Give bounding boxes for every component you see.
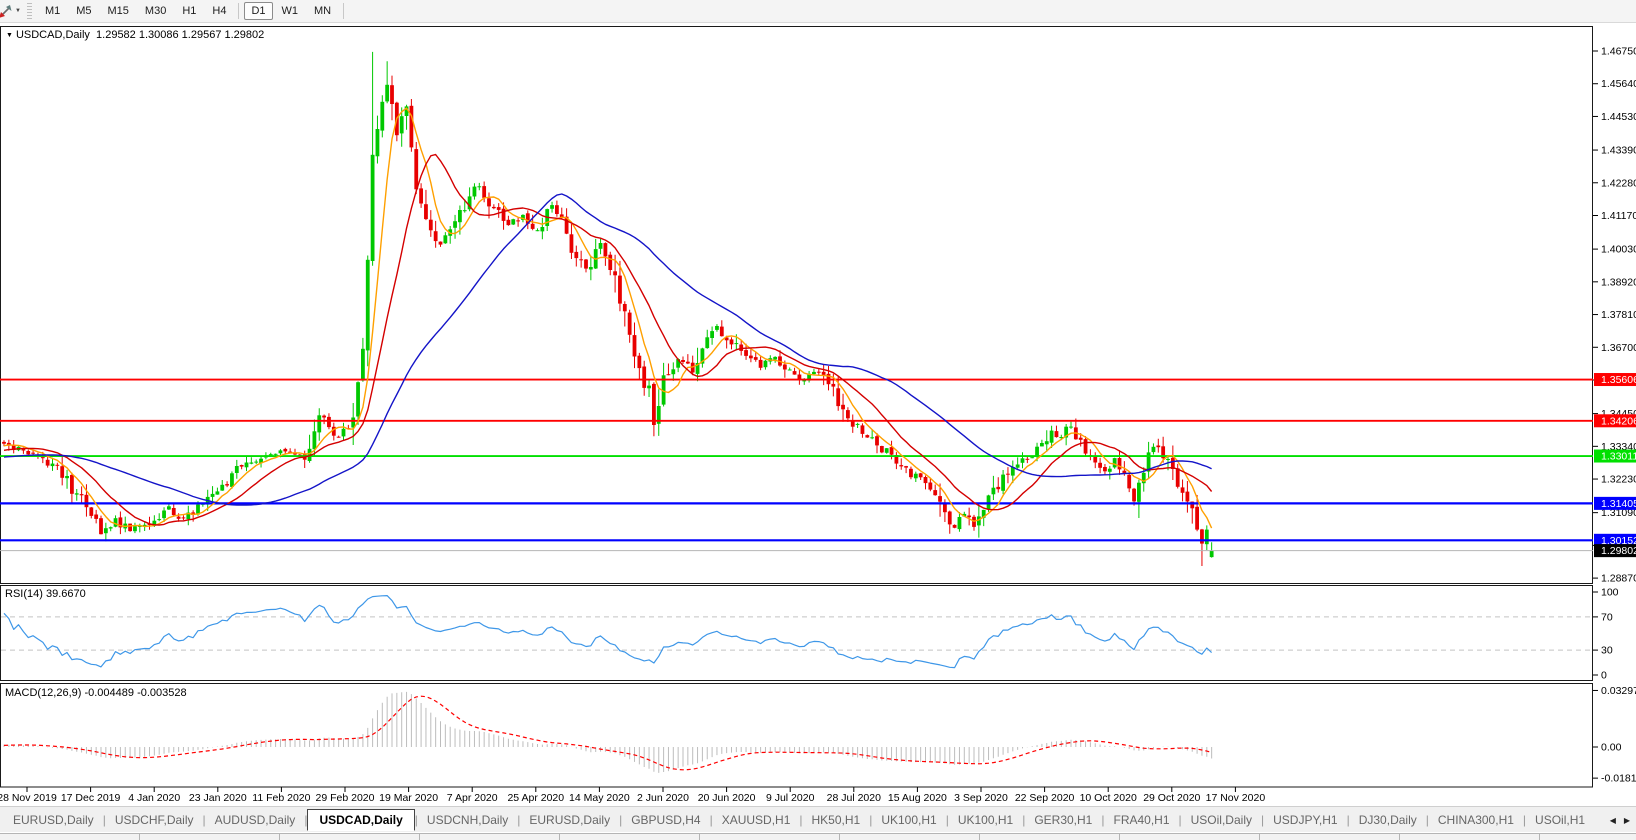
time-axis[interactable]: 28 Nov 2019 17 Dec 2019 4 Jan 2020 23 Jan 2… [0, 787, 1265, 804]
chart-tab-dj30-daily[interactable]: DJ30,Daily [1350, 810, 1426, 830]
chart-tab-eurusd-daily[interactable]: EURUSD,Daily [520, 810, 619, 830]
svg-text:1.29802: 1.29802 [1601, 545, 1636, 557]
svg-text:10 Oct 2020: 10 Oct 2020 [1080, 792, 1137, 804]
svg-text:23 Jan 2020: 23 Jan 2020 [189, 792, 247, 804]
svg-text:1.35606: 1.35606 [1601, 374, 1636, 386]
timeframe-button-mn[interactable]: MN [307, 2, 338, 20]
svg-text:11 Feb 2020: 11 Feb 2020 [252, 792, 310, 804]
chart-tab-uk100-h1[interactable]: UK100,H1 [872, 810, 945, 830]
svg-text:29 Feb 2020: 29 Feb 2020 [316, 792, 375, 804]
chart-tab-xauusd-h1[interactable]: XAUUSD,H1 [713, 810, 800, 830]
chart-tab-usdchf-daily[interactable]: USDCHF,Daily [106, 810, 203, 830]
chart-tab-gbpusd-h4[interactable]: GBPUSD,H4 [622, 810, 709, 830]
svg-text:28 Nov 2019: 28 Nov 2019 [0, 792, 57, 804]
svg-text:17 Dec 2019: 17 Dec 2019 [61, 792, 121, 804]
toolbar-grip[interactable] [26, 3, 32, 19]
tab-scroll-buttons: ◀ ▶ [1601, 807, 1634, 832]
tab-scroll-left-button[interactable]: ◀ [1606, 814, 1620, 827]
chart-tab-bar: EURUSD,Daily | USDCHF,Daily | AUDUSD,Daily | U… [0, 806, 1636, 832]
chart-tab-usoil-daily[interactable]: USOil,Daily [1182, 810, 1261, 830]
svg-text:28 Jul 2020: 28 Jul 2020 [827, 792, 881, 804]
chart-tab-eurusd-daily[interactable]: EURUSD,Daily [4, 810, 103, 830]
svg-text:1.28870: 1.28870 [1601, 573, 1636, 585]
rsi-axis: 100 70 30 0 [1593, 587, 1619, 682]
chart-menu-icon[interactable]: ▼ [6, 32, 13, 39]
timeframe-button-h4[interactable]: H4 [205, 2, 233, 20]
svg-text:0.00: 0.00 [1601, 742, 1622, 754]
main-price-pane[interactable] [0, 26, 1593, 584]
svg-text:1.32230: 1.32230 [1601, 474, 1636, 486]
svg-text:1.45640: 1.45640 [1601, 78, 1636, 90]
chart-canvas[interactable]: 1.46750 1.45640 1.44530 1.43390 1.42280 1.411… [0, 0, 1636, 806]
svg-text:70: 70 [1601, 611, 1613, 623]
timeframe-button-d1[interactable]: D1 [244, 2, 273, 20]
svg-text:9 Jul 2020: 9 Jul 2020 [766, 792, 815, 804]
timeframe-button-w1[interactable]: W1 [275, 2, 306, 20]
chart-symbol-period: USDCAD,Daily [15, 29, 90, 41]
svg-text:1.46750: 1.46750 [1601, 46, 1636, 58]
svg-text:30: 30 [1601, 645, 1613, 657]
macd-axis: 0.032972 0.00 -0.018154 [1593, 685, 1636, 785]
price-axis[interactable]: 1.46750 1.45640 1.44530 1.43390 1.42280 1.411… [1593, 46, 1636, 585]
svg-text:19 Mar 2020: 19 Mar 2020 [379, 792, 438, 804]
chart-tab-hk50-h1[interactable]: HK50,H1 [803, 810, 870, 830]
timeframe-button-m30[interactable]: M30 [138, 2, 173, 20]
svg-text:1.41170: 1.41170 [1601, 210, 1636, 222]
svg-text:1.33011: 1.33011 [1601, 451, 1636, 463]
svg-text:15 Aug 2020: 15 Aug 2020 [888, 792, 947, 804]
chart-tab-usdcnh-daily[interactable]: USDCNH,Daily [418, 810, 517, 830]
svg-text:29 Oct 2020: 29 Oct 2020 [1143, 792, 1200, 804]
svg-text:0: 0 [1601, 670, 1607, 682]
svg-text:0.032972: 0.032972 [1601, 685, 1636, 697]
svg-text:1.34206: 1.34206 [1601, 415, 1636, 427]
svg-text:1.43390: 1.43390 [1601, 145, 1636, 157]
toolbar-separator [238, 3, 240, 19]
svg-text:17 Nov 2020: 17 Nov 2020 [1206, 792, 1266, 804]
chart-tab-ger30-h1[interactable]: GER30,H1 [1025, 810, 1101, 830]
timeframe-button-m5[interactable]: M5 [69, 2, 98, 20]
svg-text:-0.018154: -0.018154 [1601, 773, 1636, 785]
timeframe-button-h1[interactable]: H1 [175, 2, 203, 20]
chart-title: ▼ USDCAD,Daily 1.29582 1.30086 1.29567 1.… [6, 29, 264, 41]
macd-indicator-label: MACD(12,26,9) -0.004489 -0.003528 [5, 687, 187, 699]
chart-tab-usdcad-daily[interactable]: USDCAD,Daily [307, 808, 415, 831]
svg-text:7 Apr 2020: 7 Apr 2020 [447, 792, 498, 804]
svg-text:25 Apr 2020: 25 Apr 2020 [507, 792, 564, 804]
svg-text:1.37810: 1.37810 [1601, 309, 1636, 321]
svg-text:4 Jan 2020: 4 Jan 2020 [128, 792, 180, 804]
chart-tab-usoil-h1[interactable]: USOil,H1 [1526, 810, 1594, 830]
svg-text:20 Jun 2020: 20 Jun 2020 [698, 792, 756, 804]
chart-tab-usdjpy-h1[interactable]: USDJPY,H1 [1264, 810, 1346, 830]
svg-text:1.38920: 1.38920 [1601, 276, 1636, 288]
rsi-indicator-label: RSI(14) 39.6670 [5, 588, 86, 600]
svg-text:1.31405: 1.31405 [1601, 498, 1636, 510]
chevron-down-icon[interactable]: ▼ [15, 8, 21, 14]
macd-pane[interactable] [0, 683, 1593, 788]
toolbar-separator [343, 3, 345, 19]
rsi-pane[interactable] [0, 585, 1593, 681]
status-bar [0, 833, 1636, 840]
svg-text:1.36700: 1.36700 [1601, 342, 1636, 354]
chart-ohlc-values: 1.29582 1.30086 1.29567 1.29802 [96, 29, 265, 41]
svg-text:100: 100 [1601, 587, 1619, 599]
timeframe-toolbar: ▼ M1 M5 M15 M30 H1 H4 D1 W1 MN [0, 0, 1636, 23]
svg-text:1.44530: 1.44530 [1601, 111, 1636, 123]
svg-text:1.42280: 1.42280 [1601, 177, 1636, 189]
chart-tab-china300-h1[interactable]: CHINA300,H1 [1429, 810, 1523, 830]
tab-scroll-right-button[interactable]: ▶ [1620, 814, 1634, 827]
svg-text:3 Sep 2020: 3 Sep 2020 [954, 792, 1008, 804]
cursor-tool-icon[interactable] [0, 3, 13, 19]
chart-tab-audusd-daily[interactable]: AUDUSD,Daily [206, 810, 305, 830]
svg-text:2 Jun 2020: 2 Jun 2020 [637, 792, 689, 804]
chart-tab-fra40-h1[interactable]: FRA40,H1 [1104, 810, 1178, 830]
svg-text:14 May 2020: 14 May 2020 [569, 792, 630, 804]
svg-text:1.40030: 1.40030 [1601, 244, 1636, 256]
mt4-window: ▼ M1 M5 M15 M30 H1 H4 D1 W1 MN 1.46750 1.45640 1.4… [0, 0, 1636, 840]
timeframe-button-m1[interactable]: M1 [38, 2, 67, 20]
svg-text:22 Sep 2020: 22 Sep 2020 [1015, 792, 1075, 804]
timeframe-button-m15[interactable]: M15 [101, 2, 136, 20]
chart-tab-uk100-h1[interactable]: UK100,H1 [949, 810, 1022, 830]
